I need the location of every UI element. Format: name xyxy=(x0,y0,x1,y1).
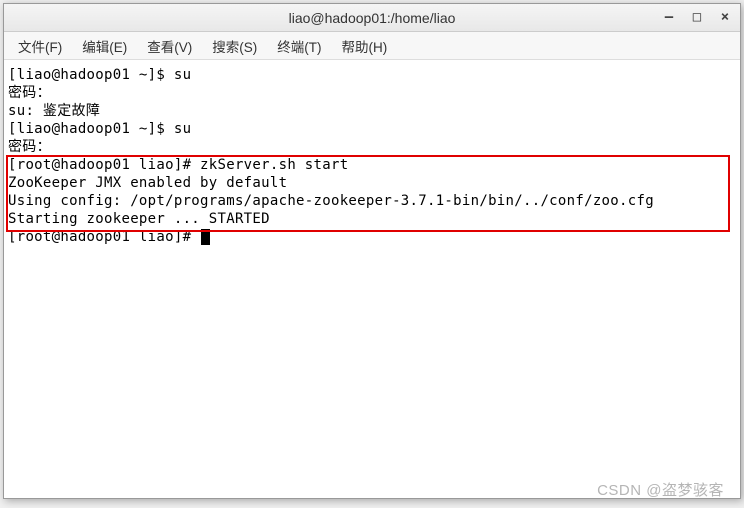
terminal-line: Starting zookeeper ... STARTED xyxy=(8,210,736,228)
cursor-icon xyxy=(201,229,210,245)
close-button[interactable]: × xyxy=(714,6,736,28)
window-controls: – □ × xyxy=(658,6,736,28)
terminal-line: 密码： xyxy=(8,84,736,102)
minimize-button[interactable]: – xyxy=(658,6,680,28)
menu-edit[interactable]: 编辑(E) xyxy=(72,34,137,58)
terminal-line: [liao@hadoop01 ~]$ su xyxy=(8,120,736,138)
menubar: 文件(F) 编辑(E) 查看(V) 搜索(S) 终端(T) 帮助(H) xyxy=(4,32,740,60)
terminal-content[interactable]: [liao@hadoop01 ~]$ su 密码： su: 鉴定故障 [liao… xyxy=(4,60,740,498)
terminal-line: [root@hadoop01 liao]# xyxy=(8,228,736,246)
terminal-line: 密码： xyxy=(8,138,736,156)
watermark-text: CSDN @盗梦骇客 xyxy=(597,479,724,500)
terminal-line: Using config: /opt/programs/apache-zooke… xyxy=(8,192,736,210)
menu-help[interactable]: 帮助(H) xyxy=(332,34,398,58)
menu-terminal[interactable]: 终端(T) xyxy=(267,34,331,58)
menu-search[interactable]: 搜索(S) xyxy=(202,34,267,58)
terminal-line: ZooKeeper JMX enabled by default xyxy=(8,174,736,192)
menu-view[interactable]: 查看(V) xyxy=(137,34,202,58)
titlebar: liao@hadoop01:/home/liao – □ × xyxy=(4,4,740,32)
window-title: liao@hadoop01:/home/liao xyxy=(289,10,456,26)
prompt-text: [root@hadoop01 liao]# xyxy=(8,229,200,245)
maximize-button[interactable]: □ xyxy=(686,6,708,28)
terminal-window: liao@hadoop01:/home/liao – □ × 文件(F) 编辑(… xyxy=(3,3,741,499)
terminal-line: [liao@hadoop01 ~]$ su xyxy=(8,66,736,84)
terminal-line: [root@hadoop01 liao]# zkServer.sh start xyxy=(8,156,736,174)
terminal-line: su: 鉴定故障 xyxy=(8,102,736,120)
menu-file[interactable]: 文件(F) xyxy=(8,34,72,58)
